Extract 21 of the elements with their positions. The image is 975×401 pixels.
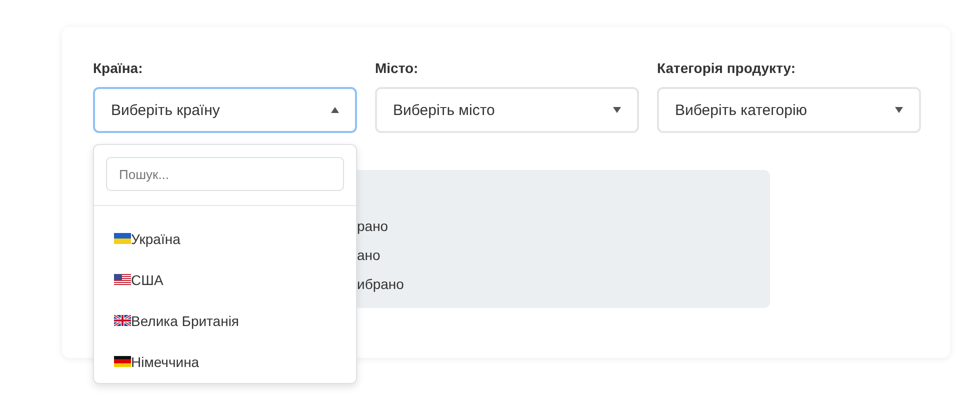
search-field[interactable]: Пошук... (106, 157, 344, 191)
field-label: Місто: (375, 60, 420, 77)
summary-line: ано (357, 246, 382, 265)
dropdown-option[interactable]: Велика Британія (94, 300, 356, 341)
flag-icon (114, 274, 131, 285)
select-field[interactable]: Виберіть країну (93, 87, 357, 133)
caret-icon (613, 107, 621, 113)
flag-icon (114, 315, 131, 326)
dropdown-option[interactable]: Україна (94, 218, 356, 259)
flag-icon (114, 233, 131, 244)
field-label: Країна: (93, 60, 144, 77)
select-field[interactable]: Виберіть місто (375, 87, 639, 133)
flag-icon (114, 356, 131, 367)
field-label: Категорія продукту: (657, 60, 797, 77)
summary-line: ибрано (357, 275, 405, 294)
select-field[interactable]: Виберіть категорію (657, 87, 921, 133)
summary-line: рано (357, 217, 390, 236)
caret-icon (331, 107, 339, 113)
dropdown-option[interactable]: США (94, 259, 356, 300)
dropdown-option[interactable]: Німеччина (94, 341, 356, 382)
caret-icon (895, 107, 903, 113)
